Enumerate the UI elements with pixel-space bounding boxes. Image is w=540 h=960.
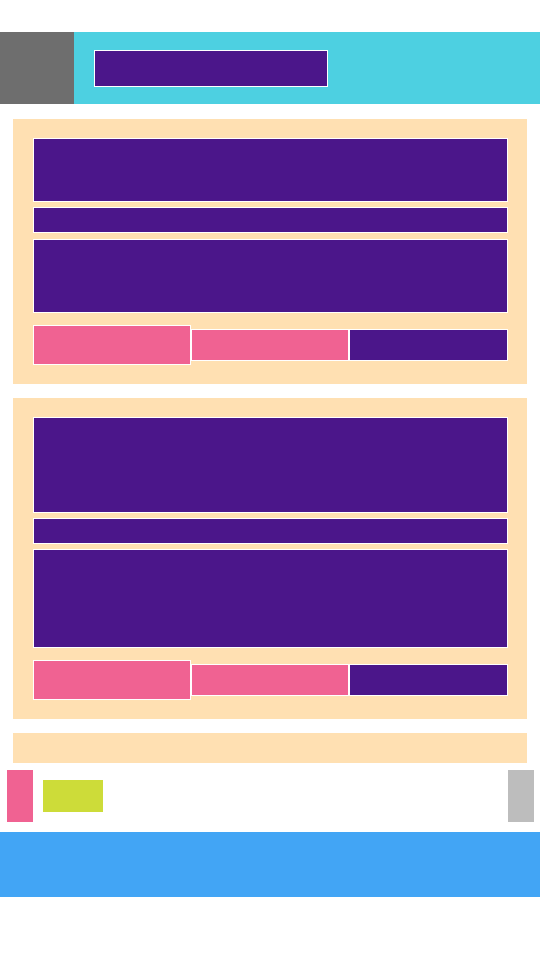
menu-button[interactable] (0, 32, 74, 104)
card-title (33, 417, 508, 513)
card-title (33, 138, 508, 202)
header-title-text (95, 51, 327, 59)
card-action-primary-button[interactable] (33, 660, 191, 700)
card-body (33, 239, 508, 313)
card-action-tertiary-button[interactable] (349, 664, 508, 696)
card-action-secondary-button[interactable] (191, 664, 349, 696)
header-title (94, 50, 328, 87)
card-action-primary-button[interactable] (33, 325, 191, 365)
card-action-secondary-button[interactable] (191, 329, 349, 361)
card-action-tertiary-button[interactable] (349, 329, 508, 361)
card-body (33, 549, 508, 648)
filter-chip[interactable] (43, 780, 103, 812)
flag-icon[interactable] (7, 770, 33, 822)
scroll-handle-icon[interactable] (508, 770, 534, 822)
feed-footer-strip (13, 733, 527, 763)
card-subtitle (33, 207, 508, 233)
bottom-navigation-bar[interactable] (0, 832, 540, 897)
card-subtitle (33, 518, 508, 544)
